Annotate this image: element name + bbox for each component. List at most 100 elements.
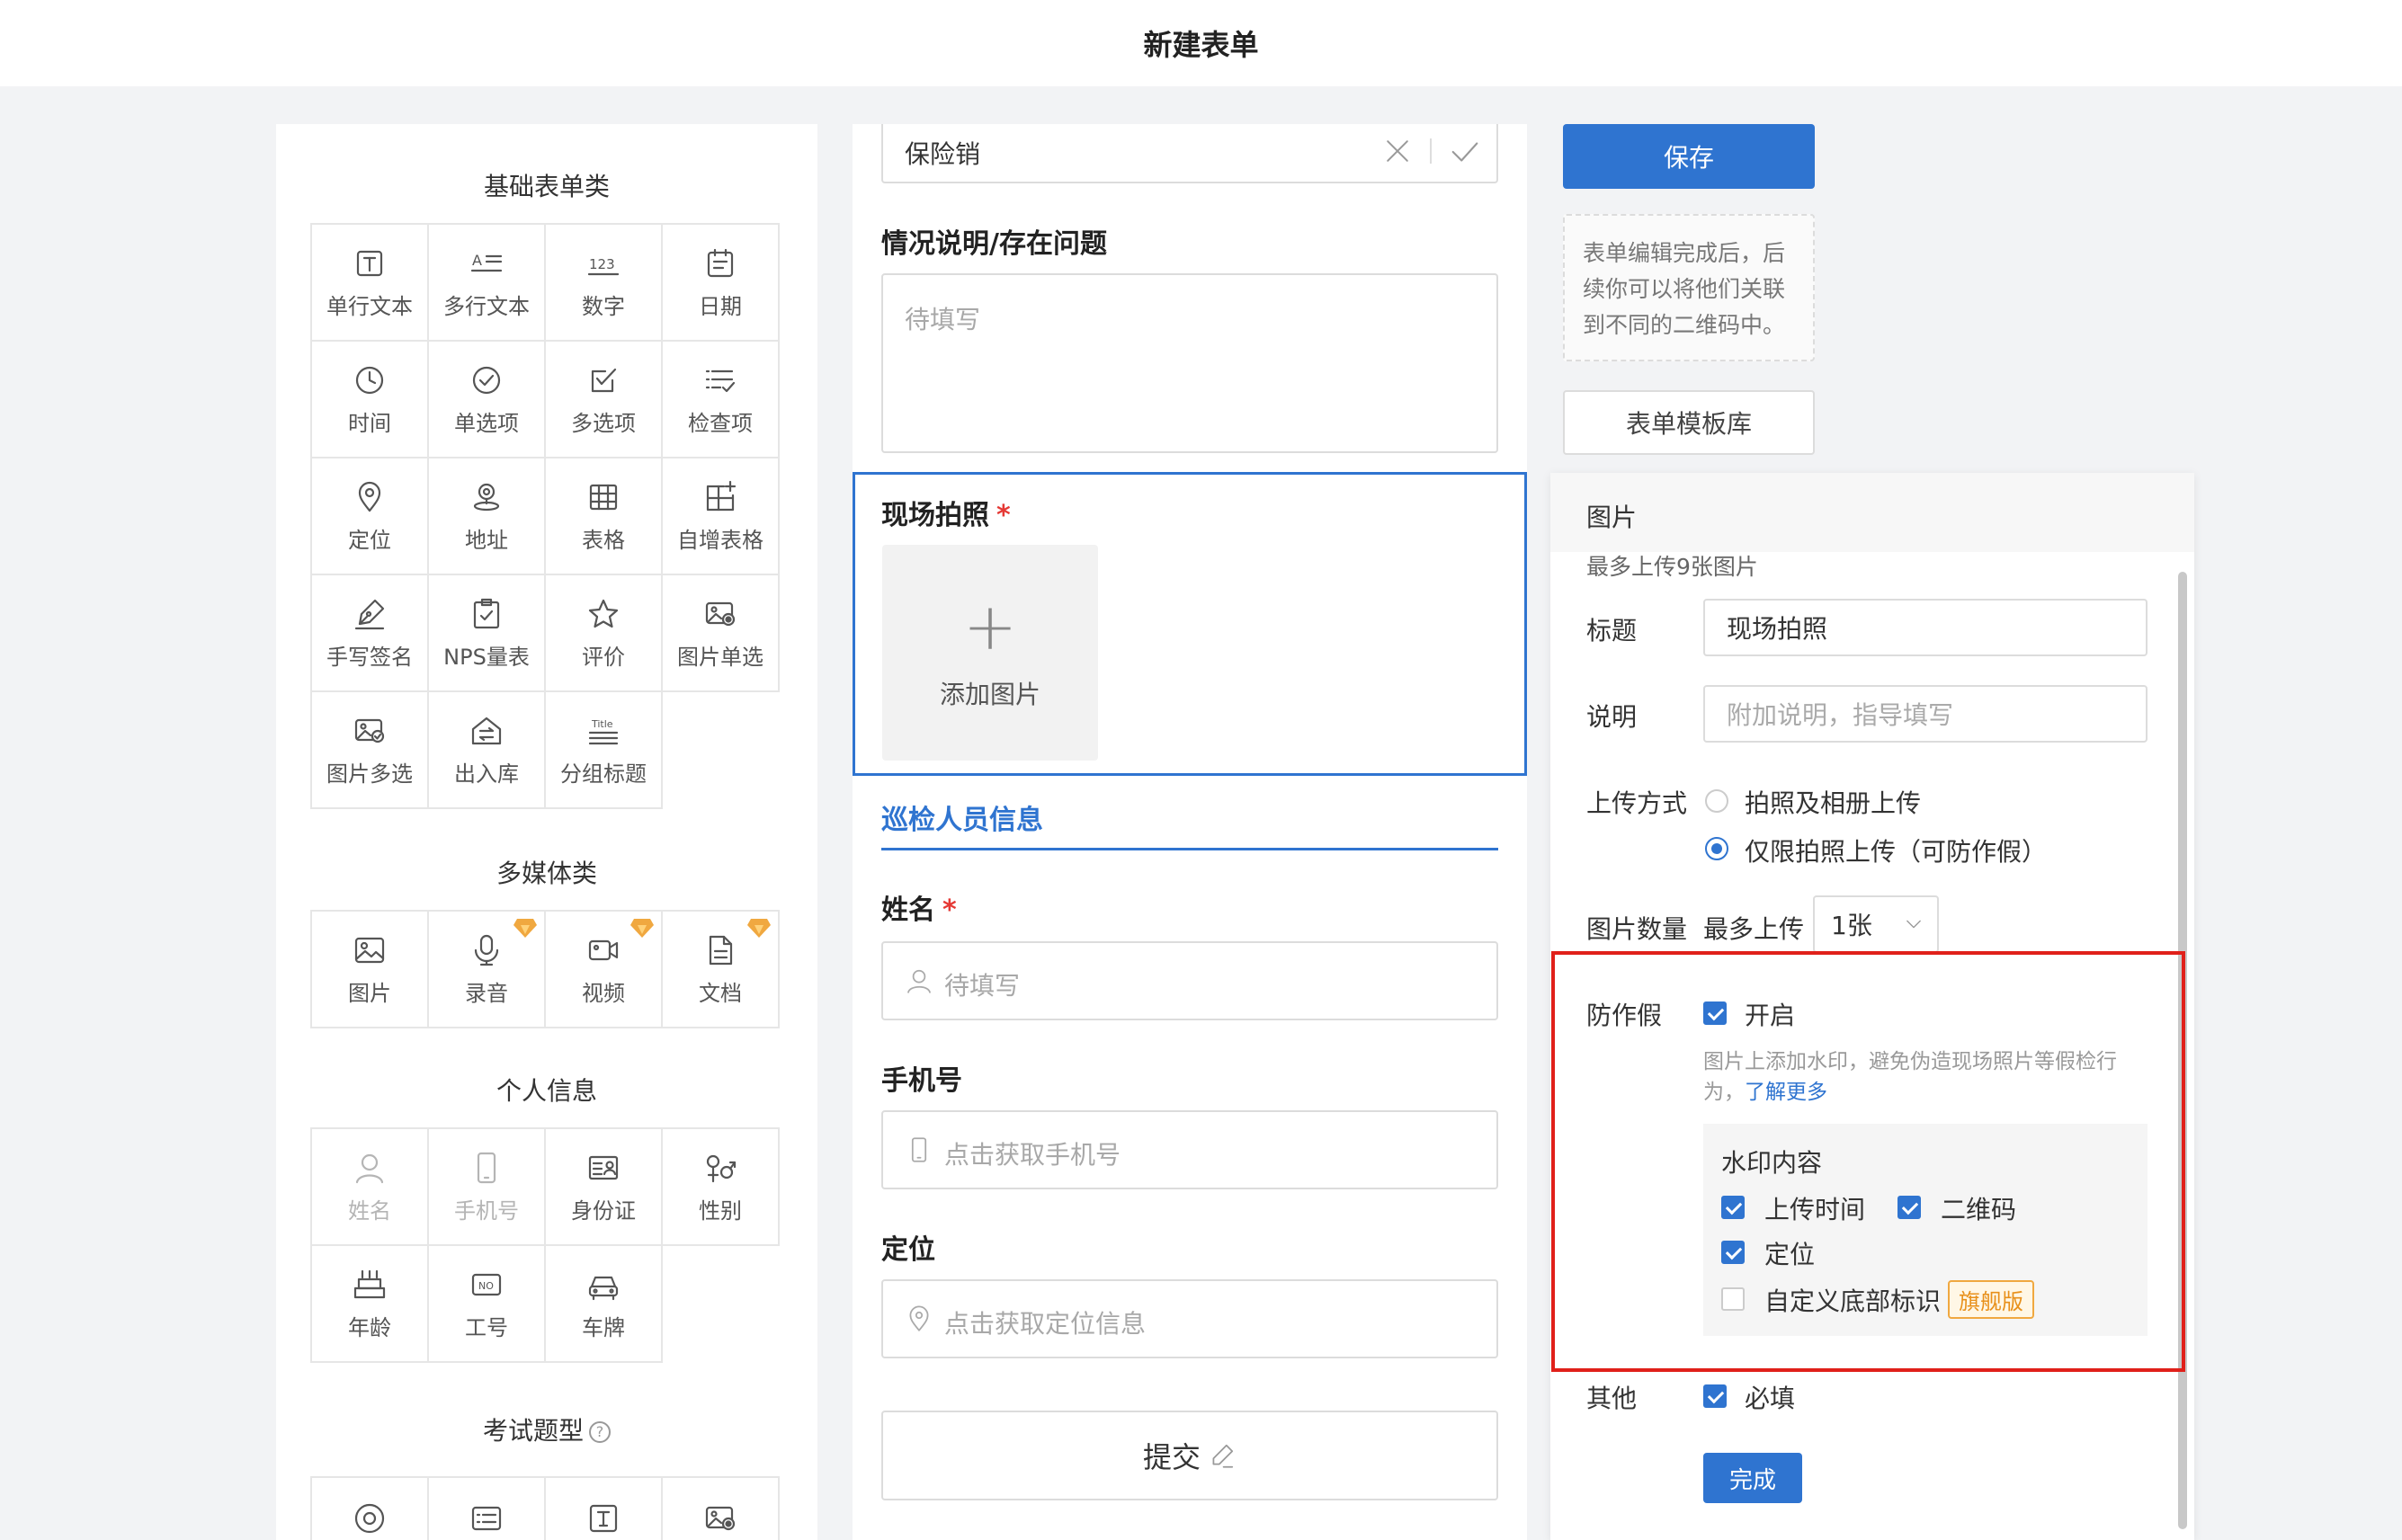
media-item-label: 视频 [582,980,625,1006]
star-icon-wrap [585,596,621,632]
image-count-select[interactable]: 1张 [1813,895,1939,953]
situation-textarea[interactable]: 待填写 [881,273,1498,453]
image-count-value: 1张 [1831,911,1872,940]
person-icon [355,1153,384,1183]
phone-input[interactable]: 点击获取手机号 [881,1110,1498,1189]
phone-label: 手机号 [881,1065,962,1097]
media-item-label: 图片 [348,980,391,1006]
personal-item-label: 性别 [699,1197,742,1224]
nps-icon [473,598,500,628]
radio-icon-wrap [469,362,505,398]
number-icon-wrap: 123 [585,245,621,281]
single-line-text-icon [356,250,383,276]
personal-item-gender[interactable]: 性别 [663,1129,780,1246]
title-input[interactable]: 现场拍照 [1703,599,2148,656]
basic-item-radio[interactable]: 单选项 [429,342,546,458]
basic-item-address[interactable]: 地址 [429,458,546,575]
location-pin-icon [358,481,381,512]
media-item-microphone[interactable]: 录音 [429,912,546,1028]
personal-item-phone[interactable]: 手机号 [429,1129,546,1246]
basic-item-checklist[interactable]: 检查项 [663,342,780,458]
group-underline [881,848,1498,850]
exam-item-radio[interactable] [312,1478,429,1540]
premium-diamond-icon [513,917,537,939]
table-add-icon [706,480,737,511]
microphone-icon-wrap [469,932,505,968]
basic-item-clock[interactable]: 时间 [312,342,429,458]
submit-button[interactable]: 提交 [881,1411,1498,1500]
add-photo-label: 添加图片 [939,680,1040,709]
basic-item-group-title[interactable]: Title 分组标题 [546,692,663,809]
svg-text:Title: Title [591,718,613,730]
basic-item-pen[interactable]: 手写签名 [312,575,429,692]
name-input[interactable]: 待填写 [881,941,1498,1020]
pen-icon [354,599,385,629]
basic-item-number[interactable]: 123 数字 [546,225,663,342]
personal-components-grid: 姓名 手机号 身份证 性别年龄 NO 工号 车牌 [310,1127,780,1363]
basic-item-table-add[interactable]: 自增表格 [663,458,780,575]
exam-item-list[interactable] [429,1478,546,1540]
basic-item-label: 出入库 [454,761,519,787]
media-item-video[interactable]: 视频 [546,912,663,1028]
pen-icon-wrap [352,596,388,632]
radio-icon [472,366,501,394]
basic-item-label: NPS量表 [443,644,530,670]
basic-item-label: 自增表格 [677,527,763,553]
personal-item-badge-no[interactable]: NO 工号 [429,1246,546,1363]
location-pin-icon [909,1305,929,1331]
badge-no-icon-wrap: NO [469,1267,505,1303]
basic-item-star[interactable]: 评价 [546,575,663,692]
clear-icon[interactable] [1381,135,1414,167]
basic-item-table[interactable]: 表格 [546,458,663,575]
personal-item-id-card[interactable]: 身份证 [546,1129,663,1246]
personal-item-cake[interactable]: 年龄 [312,1246,429,1363]
media-item-image[interactable]: 图片 [312,912,429,1028]
badge-no-icon: NO [471,1273,502,1295]
table-icon-wrap [585,479,621,515]
basic-item-multi-line-text[interactable]: A 多行文本 [429,225,546,342]
required-label: 必填 [1745,1384,1796,1413]
template-library-button[interactable]: 表单模板库 [1563,390,1815,455]
gender-icon [706,1154,737,1182]
confirm-check-icon[interactable] [1448,135,1482,169]
basic-item-location-pin[interactable]: 定位 [312,458,429,575]
date-icon-wrap [702,245,738,281]
image-checkbox-icon [354,718,385,743]
upload-option-radio-1[interactable] [1705,789,1728,813]
basic-item-nps[interactable]: NPS量表 [429,575,546,692]
image-count-prefix: 最多上传 [1703,914,1805,944]
plus-icon: + [962,589,1018,664]
required-mark: * [996,500,1011,531]
personal-item-label: 年龄 [348,1314,391,1340]
exam-item-image[interactable] [663,1478,780,1540]
basic-item-image-checkbox[interactable]: 图片多选 [312,692,429,809]
property-header-title: 图片 [1586,503,1638,532]
required-mark: * [942,895,957,926]
description-input[interactable]: 附加说明，指导填写 [1703,685,2148,743]
basic-item-image-radio[interactable]: 图片单选 [663,575,780,692]
location-input[interactable]: 点击获取定位信息 [881,1279,1498,1358]
help-icon[interactable]: ? [589,1421,611,1443]
media-item-label: 文档 [699,980,742,1006]
media-item-document[interactable]: 文档 [663,912,780,1028]
personal-item-label: 姓名 [348,1197,391,1224]
personal-item-person[interactable]: 姓名 [312,1129,429,1246]
exam-item-text[interactable] [546,1478,663,1540]
basic-item-date[interactable]: 日期 [663,225,780,342]
svg-text:A: A [472,252,482,269]
basic-item-single-line-text[interactable]: 单行文本 [312,225,429,342]
multi-line-text-icon-wrap: A [469,245,505,281]
top-option-input[interactable]: 保险销 [881,124,1498,183]
personal-item-car[interactable]: 车牌 [546,1246,663,1363]
required-checkbox[interactable] [1703,1384,1727,1408]
basic-item-warehouse[interactable]: 出入库 [429,692,546,809]
add-photo-button[interactable]: + 添加图片 [882,545,1098,761]
multi-line-text-icon: A [470,252,503,272]
save-button[interactable]: 保存 [1563,124,1815,189]
done-button[interactable]: 完成 [1703,1453,1802,1503]
photo-field-selected[interactable]: 现场拍照 * + 添加图片 [853,472,1527,776]
upload-option-radio-2[interactable] [1705,837,1728,860]
video-icon [588,939,619,960]
basic-item-checkbox[interactable]: 多选项 [546,342,663,458]
phone-placeholder: 点击获取手机号 [944,1140,1121,1170]
